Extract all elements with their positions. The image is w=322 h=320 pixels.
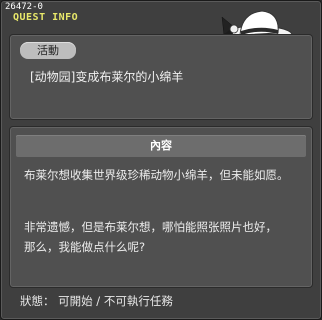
quest-name: [动物园]变成布莱尔的小绵羊 [30,70,184,84]
quest-summary-panel: 活動 [动物园]变成布莱尔的小绵羊 [9,34,313,120]
description-line-1: 布莱尔想收集世界级珍稀动物小绵羊，但未能如愿。 [24,168,289,182]
quest-info-window: 26472-0 QUEST INFO 活動 [动物园]变成布莱尔的小绵羊 內容 … [0,0,322,320]
quest-content-panel: 內容 布莱尔想收集世界级珍稀动物小绵羊，但未能如愿。 非常遗憾，但是布莱尔想，哪… [9,126,313,288]
description-line-2: 非常遗憾，但是布莱尔想，哪怕能照张照片也好， [24,220,277,234]
quest-id: 26472-0 [5,2,43,12]
description-line-3: 那么，我能做点什么呢? [24,240,146,254]
content-header: 內容 [16,135,306,157]
quest-status: 狀態： 可開始 / 不可執行任務 [20,294,173,308]
window-title: QUEST INFO [13,12,79,23]
activity-tag: 活動 [20,42,76,59]
